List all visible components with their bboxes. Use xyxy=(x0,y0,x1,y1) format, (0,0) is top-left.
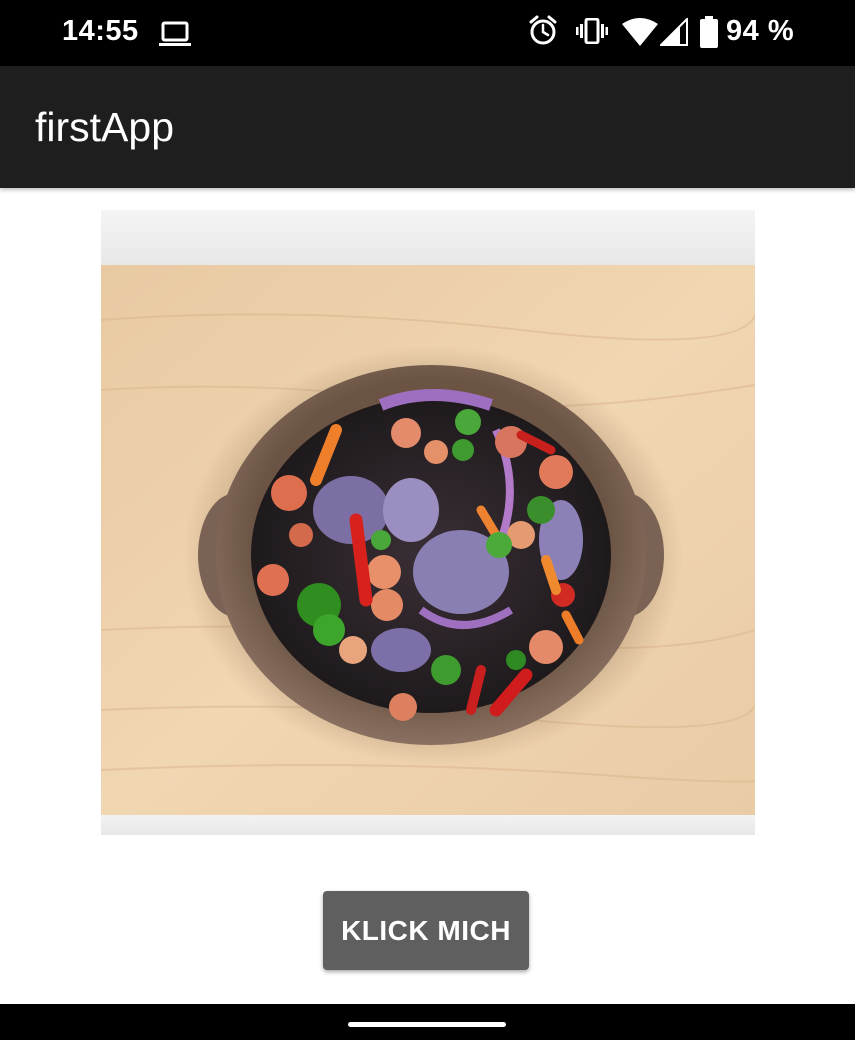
status-bar: 14:55 94 % xyxy=(0,0,855,66)
klick-mich-button[interactable]: KLICK MICH xyxy=(323,891,529,970)
status-time: 14:55 xyxy=(62,15,139,47)
salad-bowl-image xyxy=(101,210,755,835)
alarm-icon xyxy=(529,15,557,45)
vibrate-icon xyxy=(576,18,608,44)
battery-percentage: 94 % xyxy=(726,15,795,47)
app-bar: firstApp xyxy=(0,66,855,188)
laptop-icon xyxy=(159,21,191,46)
app-title: firstApp xyxy=(35,104,174,150)
navigation-bar xyxy=(0,1004,855,1040)
cell-signal-icon xyxy=(660,18,688,46)
salad-bowl-photo xyxy=(101,210,755,835)
home-gesture-handle[interactable] xyxy=(348,1022,506,1027)
battery-icon xyxy=(700,16,718,48)
wifi-icon xyxy=(622,18,658,46)
